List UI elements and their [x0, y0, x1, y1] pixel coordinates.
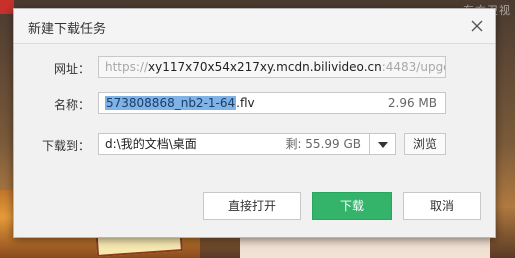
url-label: 网址： [53, 62, 90, 76]
filename-extension: .flv [236, 96, 255, 110]
dialog-title: 新建下载任务 [28, 22, 107, 37]
url-host: xy117x70x54x217xy.mcdn.bilivideo.cn [148, 60, 382, 74]
file-size: 2.96 MB [387, 96, 437, 110]
chevron-down-icon [378, 142, 388, 148]
cancel-button[interactable]: 取消 [403, 192, 481, 220]
dialog-titlebar[interactable]: 新建下载任务 [14, 9, 495, 44]
download-dir-path: d:\我的文档\桌面 [105, 137, 197, 151]
name-label: 名称： [53, 98, 90, 112]
download-dir-input[interactable]: d:\我的文档\桌面 剩: 55.99 GB [98, 133, 370, 155]
url-field[interactable]: https://xy117x70x54x217xy.mcdn.bilivideo… [98, 56, 446, 78]
new-download-dialog: 新建下载任务 网址： https://xy117x70x54x217xy.mcd… [13, 8, 496, 238]
filename-input[interactable]: 573808868_nb2-1-64.flv 2.96 MB [98, 92, 446, 114]
close-icon [471, 20, 483, 32]
dir-dropdown-button[interactable] [370, 133, 396, 155]
url-rest: :4483/upgcxcc [381, 60, 445, 74]
free-space: 剩: 55.99 GB [285, 137, 361, 151]
download-button[interactable]: 下载 [312, 192, 392, 220]
url-scheme: https:// [105, 60, 149, 74]
close-button[interactable] [467, 16, 487, 36]
open-directly-button[interactable]: 直接打开 [203, 192, 301, 220]
background-channel-logo [0, 0, 14, 14]
filename-selected-text: 573808868_nb2-1-64 [105, 96, 237, 110]
dir-label: 下载到： [41, 139, 90, 153]
browse-button[interactable]: 浏览 [404, 133, 446, 155]
